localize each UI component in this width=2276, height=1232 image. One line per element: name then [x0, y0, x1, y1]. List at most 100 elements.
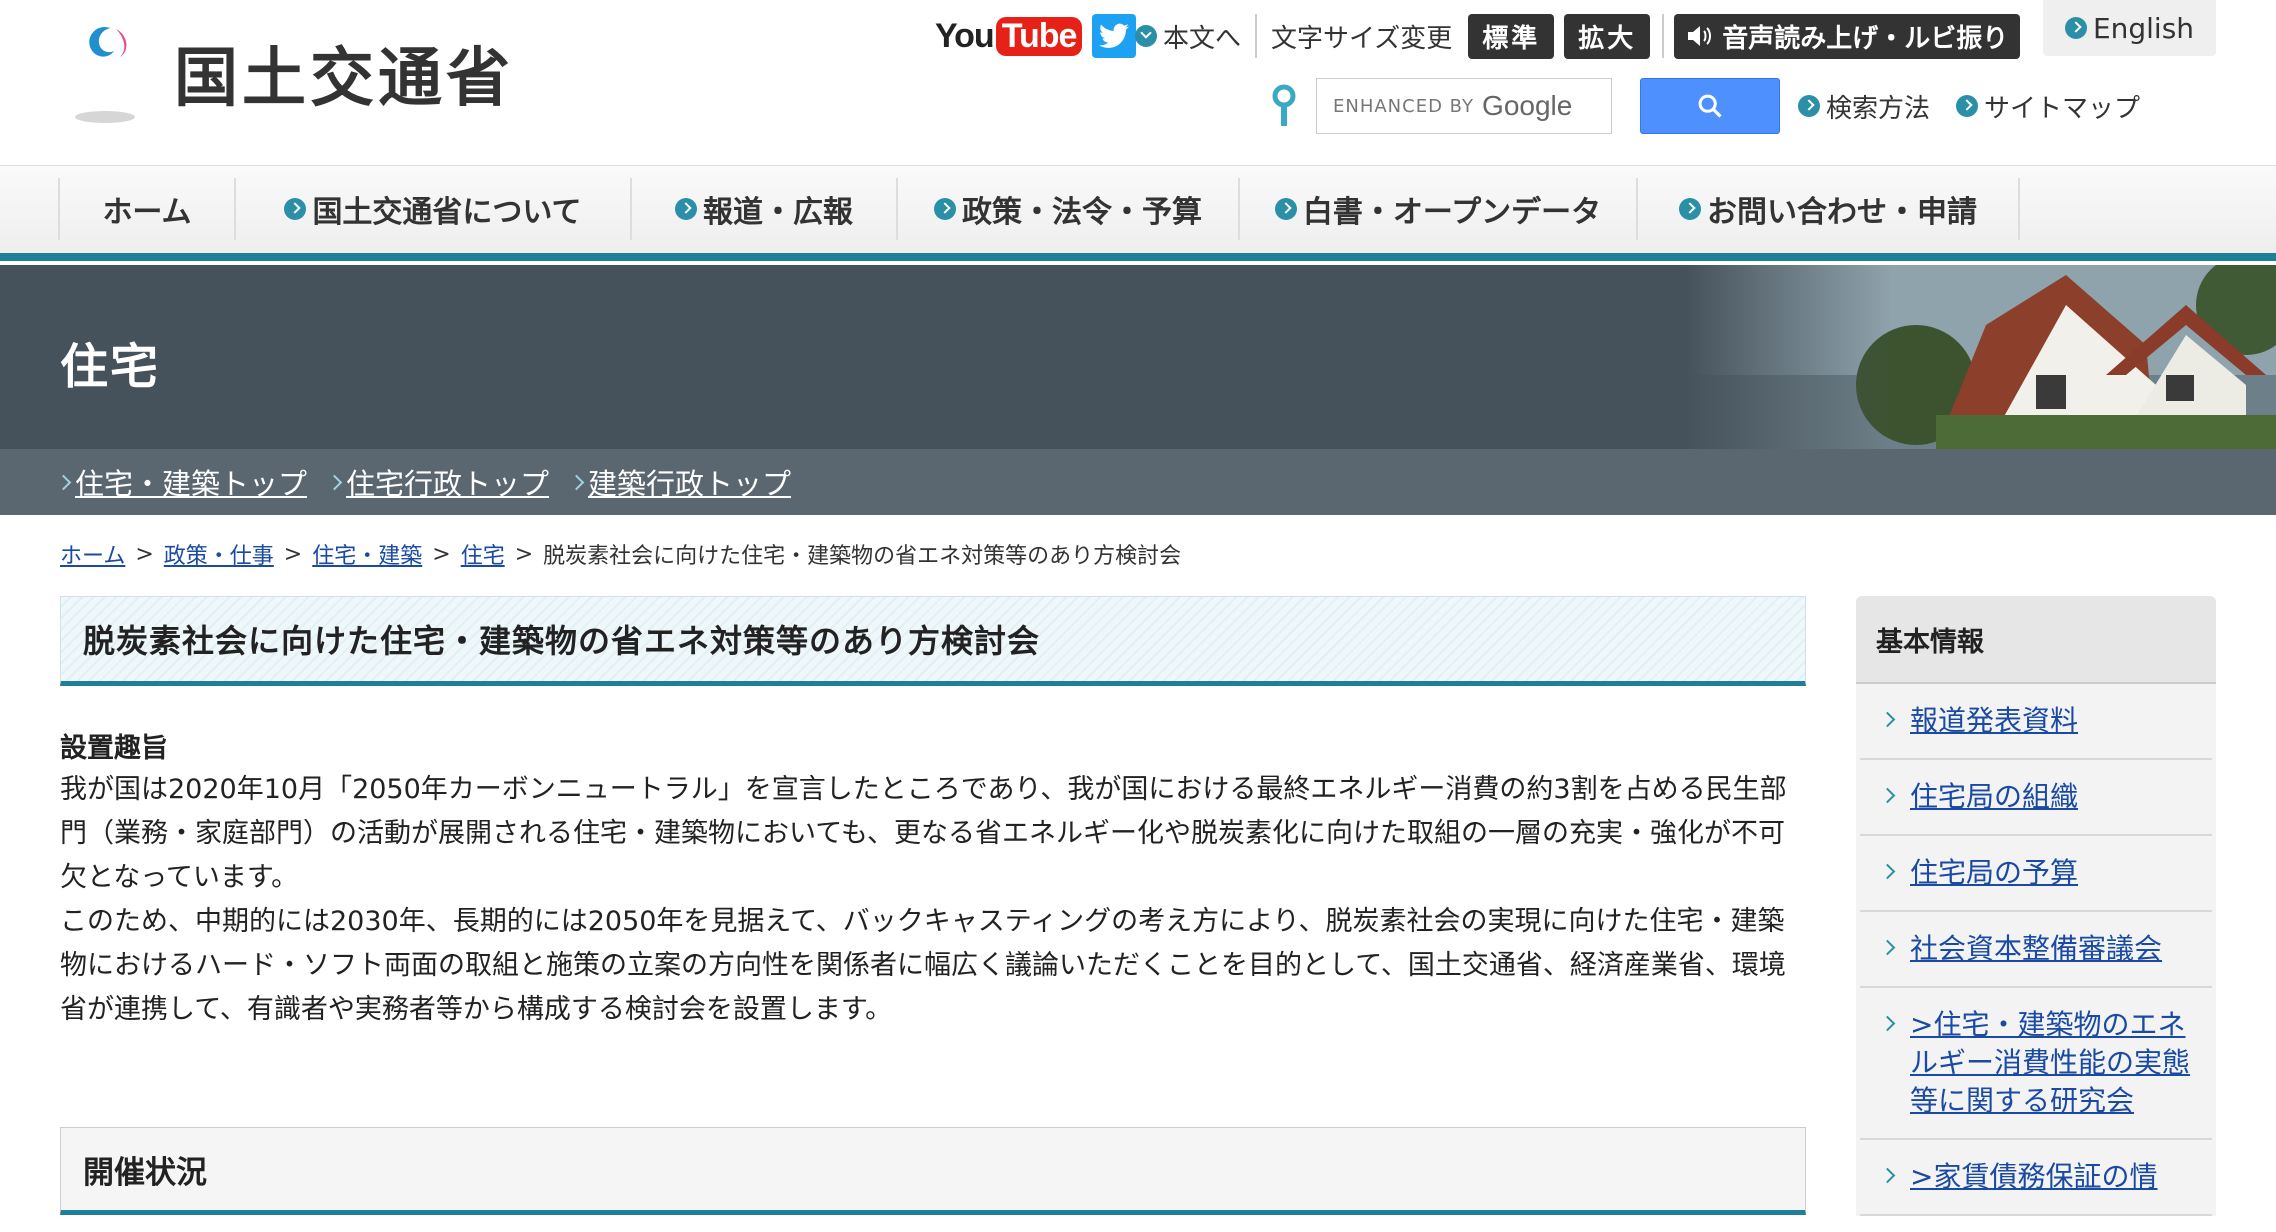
gnav-label: 報道・広報 — [703, 195, 853, 230]
page-title-box: 脱炭素社会に向けた住宅・建築物の省エネ対策等のあり方検討会 — [60, 596, 1806, 686]
twitter-icon[interactable] — [1092, 14, 1137, 58]
house-photo — [1686, 265, 2276, 449]
gnav-item-about[interactable]: 国土交通省について — [234, 178, 630, 240]
subnav-link[interactable]: 住宅行政トップ — [346, 461, 549, 503]
chevron-right-icon — [1798, 95, 1820, 117]
font-large-button[interactable]: 拡大 — [1564, 13, 1651, 59]
breadcrumb-link[interactable]: 政策・仕事 — [164, 538, 274, 570]
section-heading: 開催状況 — [83, 1154, 207, 1191]
gnav-item-policy[interactable]: 政策・法令・予算 — [896, 178, 1238, 240]
breadcrumb-current: 脱炭素社会に向けた住宅・建築物の省エネ対策等のあり方検討会 — [543, 544, 1182, 569]
category-subnav: 住宅・建築トップ 住宅行政トップ 建築行政トップ — [0, 449, 2276, 515]
subnav-link[interactable]: 住宅・建築トップ — [75, 461, 307, 503]
chevron-right-icon — [1879, 787, 1896, 804]
gnav-label: 国土交通省について — [312, 195, 582, 230]
gnav-label: 白書・オープンデータ — [1302, 195, 1602, 230]
body-text: 我が国は2020年10月「2050年カーボンニュートラル」を宣言したところであり… — [60, 768, 1806, 1032]
gnav-item-whitepaper[interactable]: 白書・オープンデータ — [1238, 178, 1636, 240]
chevron-right-icon — [1956, 95, 1979, 117]
sidebar-item[interactable]: 社会資本整備審議会 — [1860, 912, 2212, 988]
chevron-right-icon — [2064, 17, 2087, 39]
ministry-logo[interactable]: 国土交通省 — [58, 18, 514, 128]
chevron-right-icon — [1879, 711, 1896, 728]
chevron-right-icon — [568, 474, 585, 490]
category-title: 住宅 — [60, 339, 161, 395]
divider — [1662, 14, 1665, 58]
voice-reader-label: 音声読み上げ・ルビ振り — [1722, 23, 2009, 54]
subnav-item[interactable]: 住宅行政トップ — [326, 461, 549, 503]
sidebar-item[interactable]: >住宅・建築物のエネルギー消費性能の実態等に関する研究会 — [1860, 988, 2212, 1140]
sidebar-link[interactable]: >家賃債務保証の情 — [1910, 1160, 2157, 1193]
page-title: 脱炭素社会に向けた住宅・建築物の省エネ対策等のあり方検討会 — [83, 622, 1041, 660]
youtube-tube-text: Tube — [995, 16, 1083, 56]
chevron-right-icon — [1679, 198, 1701, 220]
sidebar-item[interactable]: >家賃債務保証の情 — [1860, 1140, 2212, 1216]
breadcrumb-link[interactable]: 住宅 — [461, 538, 505, 570]
sidebar-link[interactable]: >住宅・建築物のエネルギー消費性能の実態等に関する研究会 — [1910, 1008, 2190, 1117]
sidebar-link[interactable]: 報道発表資料 — [1910, 704, 2078, 737]
gnav-item-contact[interactable]: お問い合わせ・申請 — [1636, 178, 2020, 240]
gnav-item-press[interactable]: 報道・広報 — [630, 178, 896, 240]
chevron-right-icon — [55, 474, 72, 490]
sidebar-link[interactable]: 社会資本整備審議会 — [1910, 932, 2162, 965]
search-input[interactable]: ENHANCED BY Google — [1316, 78, 1612, 134]
search-placeholder-brand: Google — [1482, 90, 1573, 121]
mlit-emblem-icon — [68, 27, 142, 123]
location-pin-icon — [1272, 84, 1296, 126]
breadcrumb-separator: > — [432, 541, 451, 567]
subnav-link[interactable]: 建築行政トップ — [588, 461, 791, 503]
chevron-right-icon — [1274, 198, 1297, 220]
chevron-down-icon — [1135, 25, 1157, 47]
breadcrumb-link[interactable]: 住宅・建築 — [312, 538, 422, 570]
youtube-link[interactable]: You Tube — [935, 16, 1083, 56]
sidebar-list: 報道発表資料 住宅局の組織 住宅局の予算 社会資本整備審議会 >住宅・建築物のエ… — [1856, 684, 2216, 1216]
sidebar-link[interactable]: 住宅局の予算 — [1910, 856, 2078, 889]
breadcrumb: ホーム > 政策・仕事 > 住宅・建築 > 住宅 > 脱炭素社会に向けた住宅・建… — [60, 538, 1181, 570]
sitemap-label: サイトマップ — [1984, 93, 2141, 124]
gnav-label: 政策・法令・予算 — [962, 195, 1202, 230]
chevron-right-icon — [934, 198, 956, 220]
breadcrumb-link[interactable]: ホーム — [60, 538, 125, 570]
sitemap-link[interactable]: サイトマップ — [1956, 88, 2140, 125]
search-icon — [1698, 94, 1722, 118]
subnav-item[interactable]: 住宅・建築トップ — [55, 461, 307, 503]
search-method-link[interactable]: 検索方法 — [1798, 88, 1930, 125]
sidebar-link[interactable]: 住宅局の組織 — [1910, 780, 2078, 813]
youtube-you-text: You — [935, 16, 995, 55]
sidebar-item[interactable]: 住宅局の予算 — [1860, 836, 2212, 912]
gnav-item-home[interactable]: ホーム — [58, 178, 234, 240]
chevron-right-icon — [1879, 1167, 1896, 1184]
search-method-label: 検索方法 — [1826, 93, 1931, 124]
sidebar-item[interactable]: 報道発表資料 — [1860, 684, 2212, 760]
divider — [1255, 14, 1258, 58]
font-standard-button[interactable]: 標準 — [1468, 13, 1555, 59]
accent-bar — [0, 253, 2276, 261]
breadcrumb-separator: > — [135, 541, 154, 567]
section-heading-box: 開催状況 — [60, 1127, 1806, 1215]
subnav-item[interactable]: 建築行政トップ — [568, 461, 791, 503]
font-size-label: 文字サイズ変更 — [1271, 23, 1453, 54]
sidebar-item[interactable]: 住宅局の組織 — [1860, 760, 2212, 836]
paragraph: 我が国は2020年10月「2050年カーボンニュートラル」を宣言したところであり… — [60, 774, 1787, 893]
sns-links: You Tube — [935, 14, 1137, 58]
chevron-right-icon — [1879, 863, 1896, 880]
global-nav: ホーム 国土交通省について 報道・広報 政策・法令・予算 白書・オープンデータ … — [0, 165, 2276, 254]
skip-to-content-link[interactable]: 本文へ — [1135, 18, 1241, 55]
chevron-right-icon — [284, 198, 307, 220]
breadcrumb-separator: > — [514, 541, 534, 567]
sidebar: 基本情報 報道発表資料 住宅局の組織 住宅局の予算 社会資本整備審議会 >住宅・… — [1856, 596, 2216, 1232]
english-link[interactable]: English — [2043, 0, 2216, 56]
voice-reader-button[interactable]: 音声読み上げ・ルビ振り — [1674, 13, 2021, 59]
page: 国土交通省 You Tube 本文へ 文字サイズ変更 標準 拡大 音声読み上げ・ル… — [0, 0, 2276, 1232]
breadcrumb-separator: > — [283, 541, 303, 567]
skip-to-content-label: 本文へ — [1163, 23, 1242, 54]
search-button[interactable] — [1640, 78, 1780, 134]
chevron-right-icon — [1879, 939, 1896, 956]
utility-links: 本文へ 文字サイズ変更 標準 拡大 音声読み上げ・ルビ振り — [1135, 13, 2021, 59]
search-sublinks: 検索方法 サイトマップ — [1798, 88, 2140, 125]
chevron-right-icon — [1879, 1015, 1896, 1032]
paragraph: このため、中期的には2030年、長期的には2050年を見据えて、バックキャスティ… — [60, 906, 1786, 1025]
chevron-right-icon — [675, 198, 697, 220]
section-label: 設置趣旨 — [60, 733, 168, 764]
gnav-label: ホーム — [102, 195, 192, 230]
